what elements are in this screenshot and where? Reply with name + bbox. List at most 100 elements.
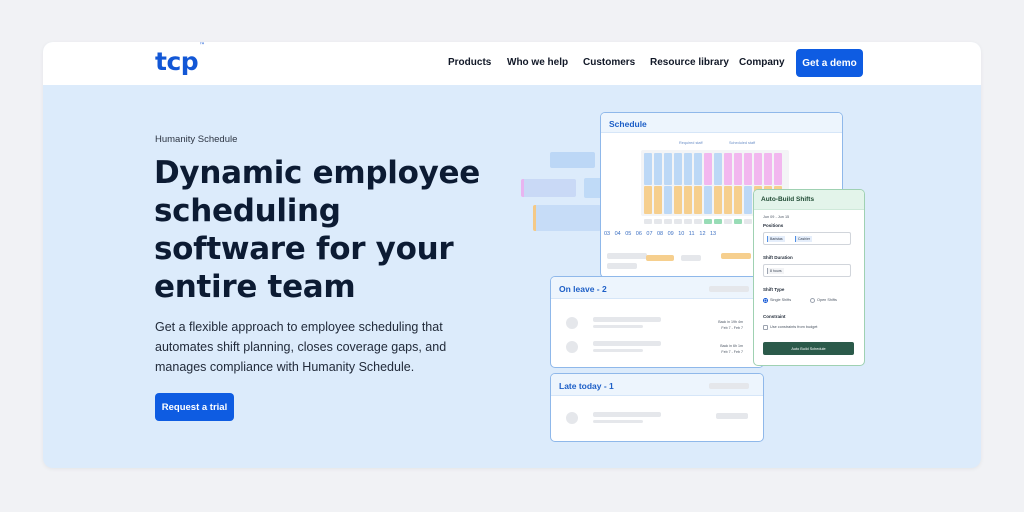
on-leave-card: On leave - 2 Back in 19h 4m Feb 7 - Feb 7… [550,276,764,368]
nav-products[interactable]: Products [448,57,491,68]
leave-row-1-status: Back in 19h 4m Feb 7 - Feb 7 [718,320,743,330]
shift-cell-top [684,153,692,185]
duration-field[interactable]: 8 hours [763,264,851,277]
shift-cell-mid [744,186,752,214]
day-label: 07 [646,231,653,237]
position-chip-cashier: Cashier [795,236,813,242]
hero-description: Get a flexible approach to employee sche… [155,320,447,374]
coverage-marker [714,219,722,224]
positions-label: Positions [763,223,784,228]
shift-cell-top [644,153,652,185]
duration-label: Shift Duration [763,255,793,260]
open-shifts-label: Open Shifts [817,298,837,302]
hero-title: Dynamic employee scheduling software for… [154,155,480,305]
coverage-marker [744,219,752,224]
page-frame: tcp™ Products Who we help Customers Reso… [43,42,981,468]
shift-cell-mid [664,186,672,214]
schedule-row-placeholder [607,263,637,269]
logo-trademark: ™ [199,42,205,49]
day-label: 12 [699,231,706,237]
open-shifts-radio[interactable] [810,298,815,303]
day-label: 06 [635,231,642,237]
role-placeholder [593,349,643,352]
shift-cell-top [654,153,662,185]
shift-cell-mid [724,186,732,214]
coverage-marker [734,219,742,224]
duration-value: 8 hours [767,268,784,274]
tcp-logo[interactable]: tcp™ [155,42,205,76]
position-chip-baristas: Baristas [767,236,785,242]
avatar [566,317,578,329]
top-nav: tcp™ Products Who we help Customers Reso… [43,42,981,85]
shift-cell-top [674,153,682,185]
single-shifts-radio[interactable] [763,298,768,303]
get-a-demo-button[interactable]: Get a demo [796,49,863,77]
shift-cell-top [664,153,672,185]
day-label: 10 [678,231,685,237]
coverage-marker [644,219,652,224]
shift-cell-top [744,153,752,185]
time-placeholder [716,413,748,419]
schedule-row-placeholder [607,253,647,259]
day-label: 08 [657,231,664,237]
auto-build-schedule-button[interactable]: Auto Build Schedule [763,342,854,355]
day-label: 11 [688,231,695,237]
shift-type-label: Shift Type [763,287,785,292]
avatar [566,341,578,353]
day-label: 04 [614,231,621,237]
name-placeholder [593,412,661,417]
hero-eyebrow: Humanity Schedule [155,134,238,145]
shift-cell-top [764,153,772,185]
coverage-marker [704,219,712,224]
schedule-row-placeholder [721,253,751,259]
single-shifts-label: Single Shifts [770,298,792,302]
shift-cell-top [754,153,762,185]
day-label: 05 [625,231,632,237]
coverage-marker [684,219,692,224]
schedule-row-placeholder [646,255,674,261]
auto-build-title: Auto-Build Shifts [754,190,864,210]
shift-cell-mid [654,186,662,214]
coverage-marker [674,219,682,224]
logo-text: tcp [155,47,199,76]
shift-cell-top [724,153,732,185]
avatar [566,412,578,424]
coverage-marker [654,219,662,224]
auto-date-range: Jun 09 - Jun 15 [763,215,790,219]
constraint-label: Constraint [763,314,786,319]
nav-resource-library[interactable]: Resource library [650,57,729,68]
coverage-marker [724,219,732,224]
shift-cell-top [734,153,742,185]
auto-build-card: Auto-Build Shifts Jun 09 - Jun 15 Positi… [753,189,865,366]
constraint-option: Use constraints from budget [770,325,818,329]
shift-cell-mid [684,186,692,214]
nav-company[interactable]: Company [739,57,785,68]
shift-cell-mid [704,186,712,214]
constraint-checkbox[interactable] [763,325,768,330]
schedule-row-placeholder [681,255,701,261]
role-placeholder [593,325,643,328]
shift-cell-top [694,153,702,185]
header-placeholder [709,383,749,389]
name-placeholder [593,317,661,322]
shift-cell-top [704,153,712,185]
shift-cell-mid [734,186,742,214]
nav-who-we-help[interactable]: Who we help [507,57,568,68]
shift-cell-top [774,153,782,185]
name-placeholder [593,341,661,346]
header-placeholder [709,286,749,292]
day-label: 03 [604,231,611,237]
coverage-marker [694,219,702,224]
role-placeholder [593,420,643,423]
coverage-marker [664,219,672,224]
positions-field[interactable]: Baristas Cashier [763,232,851,245]
day-label: 09 [667,231,674,237]
shift-cell-mid [694,186,702,214]
shift-cell-mid [644,186,652,214]
shift-cell-top [714,153,722,185]
shift-cell-mid [714,186,722,214]
nav-customers[interactable]: Customers [583,57,635,68]
request-trial-button[interactable]: Request a trial [155,393,234,421]
leave-row-2-status: Back in 6h 1m Feb 7 - Feb 7 [720,344,743,354]
shift-cell-mid [674,186,682,214]
